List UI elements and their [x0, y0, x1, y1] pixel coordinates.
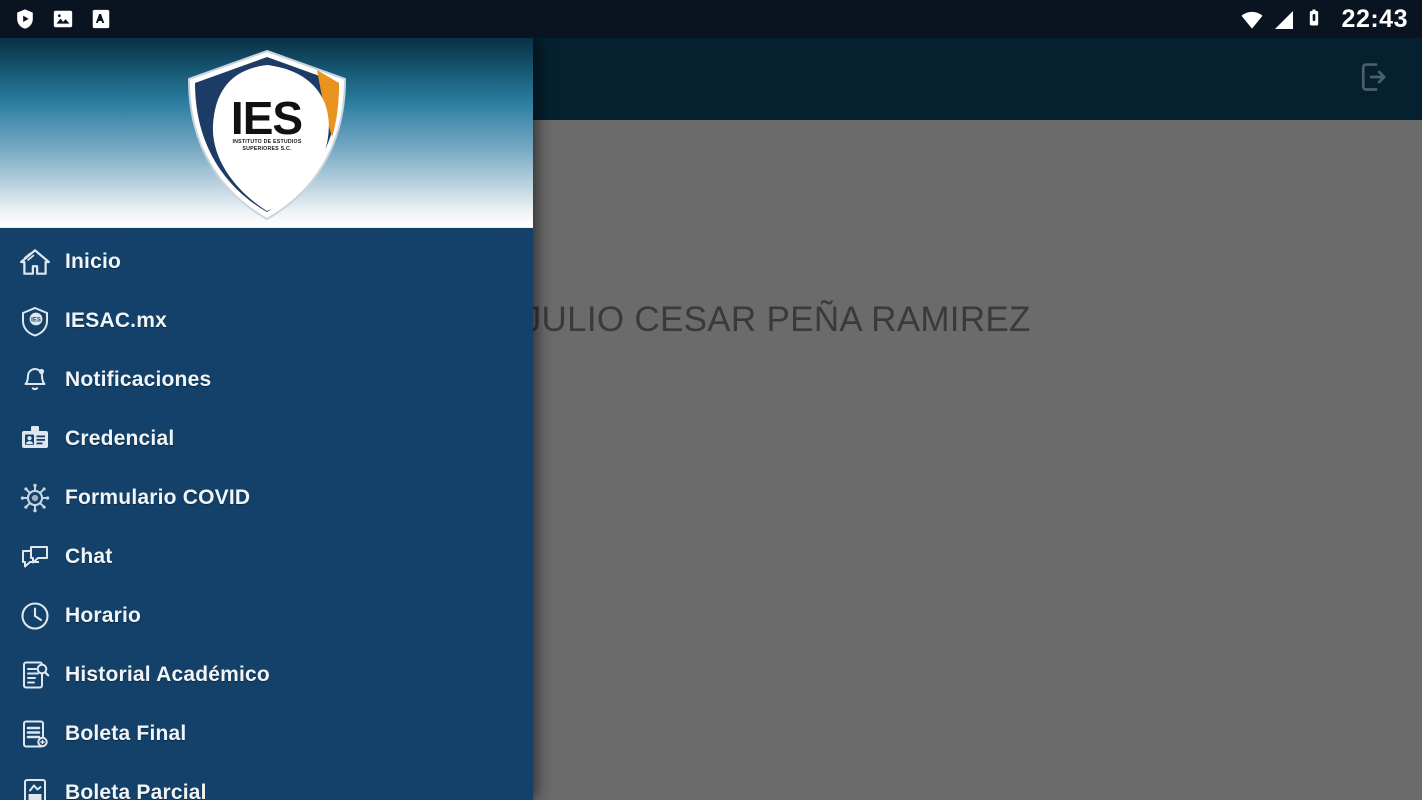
home-icon — [16, 243, 54, 281]
sidebar-item-credencial[interactable]: Credencial — [0, 409, 533, 468]
logo-wordmark: IES — [230, 92, 303, 144]
sidebar-item-boleta-parcial[interactable]: Boleta Parcial — [0, 763, 533, 800]
clock-icon — [16, 597, 54, 635]
drawer-header: IES INSTITUTO DE ESTUDIOS SUPERIORES S.C… — [0, 38, 533, 228]
sidebar-item-label: Chat — [65, 544, 113, 568]
app-root: 22:43 (a) JULIO CESAR PEÑA RAMIREZ IES I… — [0, 0, 1422, 800]
virus-icon — [16, 479, 54, 517]
document-partial-icon — [16, 774, 54, 800]
sidebar-item-label: Notificaciones — [65, 367, 212, 391]
wifi-icon — [1240, 8, 1263, 30]
sidebar-item-formulario-covid[interactable]: Formulario COVID — [0, 468, 533, 527]
image-notification-icon — [52, 8, 74, 30]
sidebar-item-label: Horario — [65, 603, 142, 627]
id-card-icon — [16, 420, 54, 458]
sidebar-item-historial-academico[interactable]: Historial Académico — [0, 645, 533, 704]
sidebar-item-label: Credencial — [65, 426, 175, 450]
chat-bubble-icon — [16, 538, 54, 576]
sidebar-item-label: IESAC.mx — [65, 308, 167, 332]
ies-logo: IES INSTITUTO DE ESTUDIOS SUPERIORES S.C… — [167, 43, 367, 228]
sidebar-item-chat[interactable]: Chat — [0, 527, 533, 586]
sidebar-item-boleta-final[interactable]: Boleta Final — [0, 704, 533, 763]
sidebar-item-horario[interactable]: Horario — [0, 586, 533, 645]
sidebar-item-label: Boleta Parcial — [65, 780, 207, 800]
sidebar-item-notificaciones[interactable]: Notificaciones — [0, 350, 533, 409]
svg-text:IES: IES — [31, 317, 41, 323]
sidebar-item-label: Historial Académico — [65, 662, 270, 686]
battery-icon — [1304, 8, 1326, 30]
app-notification-icon — [90, 8, 112, 30]
status-bar-clock: 22:43 — [1341, 4, 1408, 33]
sidebar-item-label: Boleta Final — [65, 721, 187, 745]
status-bar-indicators: 22:43 — [1240, 4, 1408, 33]
logout-button[interactable] — [1352, 57, 1396, 101]
shield-ies-icon: IES — [16, 302, 54, 340]
logo-subtitle-line-2: SUPERIORES S.C. — [241, 145, 292, 152]
sidebar-item-label: Inicio — [65, 249, 122, 273]
sidebar-item-label: Formulario COVID — [65, 485, 251, 509]
document-search-icon — [16, 656, 54, 694]
sidebar-item-iesac-mx[interactable]: IES IESAC.mx — [0, 291, 533, 350]
shield-play-notification-icon — [14, 8, 36, 30]
navigation-drawer: IES INSTITUTO DE ESTUDIOS SUPERIORES S.C… — [0, 38, 533, 800]
cellular-signal-icon — [1272, 8, 1294, 30]
bell-icon — [16, 361, 54, 399]
document-final-icon — [16, 715, 54, 753]
sidebar-item-inicio[interactable]: Inicio — [0, 232, 533, 291]
logo-subtitle-line-1: INSTITUTO DE ESTUDIOS — [231, 139, 302, 145]
status-bar-notifications — [14, 8, 112, 30]
drawer-menu: Inicio IES IESAC.mx Notificaciones Crede… — [0, 228, 533, 800]
logout-icon — [1357, 60, 1391, 99]
logo-subtitle: INSTITUTO DE ESTUDIOS SUPERIORES S.C. — [162, 139, 372, 153]
status-bar: 22:43 — [0, 0, 1422, 38]
welcome-message: (a) JULIO CESAR PEÑA RAMIREZ — [470, 300, 1031, 339]
